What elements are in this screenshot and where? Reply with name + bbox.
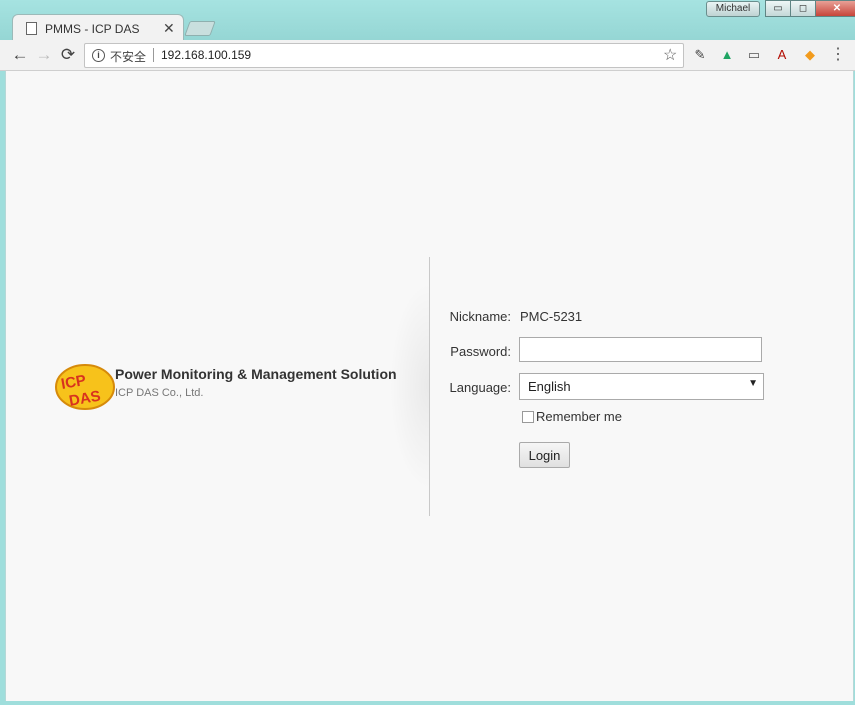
remember-me-checkbox[interactable] bbox=[522, 411, 534, 423]
security-indicator[interactable]: 不安全 bbox=[110, 48, 146, 65]
remember-me-label[interactable]: Remember me bbox=[536, 409, 622, 424]
language-selected: English bbox=[528, 379, 571, 394]
drive-extension-icon[interactable]: ▲ bbox=[719, 47, 735, 63]
dropdown-arrow-icon: ▼ bbox=[748, 378, 758, 389]
language-label: Language: bbox=[449, 380, 511, 395]
password-label: Password: bbox=[450, 344, 511, 359]
minimize-button[interactable]: ▭ bbox=[765, 0, 791, 17]
cast-icon[interactable]: ▭ bbox=[746, 47, 762, 63]
language-select[interactable]: English ▼ bbox=[519, 373, 764, 400]
close-tab-icon[interactable]: ✕ bbox=[163, 20, 175, 37]
forward-button[interactable]: → bbox=[34, 45, 54, 65]
close-window-button[interactable]: ✕ bbox=[815, 0, 855, 17]
window-controls: ▭ ◻ ✕ bbox=[765, 0, 855, 17]
reload-button[interactable]: ⟳ bbox=[58, 45, 78, 65]
pin-extension-icon[interactable]: ✎ bbox=[692, 47, 708, 63]
tab-title: PMMS - ICP DAS bbox=[45, 22, 140, 36]
profile-badge[interactable]: Michael bbox=[706, 1, 760, 17]
restore-button[interactable]: ◻ bbox=[790, 0, 816, 17]
login-button[interactable]: Login bbox=[519, 442, 570, 468]
page-viewport: ICP DAS Power Monitoring & Management So… bbox=[5, 71, 854, 701]
address-bar[interactable]: i 不安全 192.168.100.159 ☆ bbox=[84, 43, 684, 68]
nickname-label: Nickname: bbox=[449, 309, 511, 324]
browser-menu-icon[interactable]: ⋮ bbox=[830, 45, 846, 65]
back-button[interactable]: ← bbox=[10, 45, 30, 65]
separator bbox=[153, 48, 154, 62]
new-tab-button[interactable] bbox=[184, 21, 216, 36]
browser-toolbar: ← → ⟳ i 不安全 192.168.100.159 ☆ ✎ ▲ ▭ A ◆ ⋮ bbox=[0, 40, 855, 71]
bookmark-star-icon[interactable]: ☆ bbox=[663, 45, 677, 65]
product-title: Power Monitoring & Management Solution bbox=[115, 366, 397, 382]
info-icon[interactable]: i bbox=[92, 49, 105, 62]
nickname-value: PMC-5231 bbox=[520, 309, 583, 324]
page-icon bbox=[26, 22, 37, 35]
company-name: ICP DAS Co., Ltd. bbox=[115, 387, 204, 399]
password-input[interactable] bbox=[519, 337, 762, 362]
rss-extension-icon[interactable]: ◆ bbox=[802, 47, 818, 63]
url-text[interactable]: 192.168.100.159 bbox=[161, 48, 251, 62]
browser-tab[interactable]: PMMS - ICP DAS ✕ bbox=[12, 14, 184, 42]
pdf-extension-icon[interactable]: A bbox=[774, 47, 790, 63]
window-bottom-edge bbox=[0, 701, 855, 705]
